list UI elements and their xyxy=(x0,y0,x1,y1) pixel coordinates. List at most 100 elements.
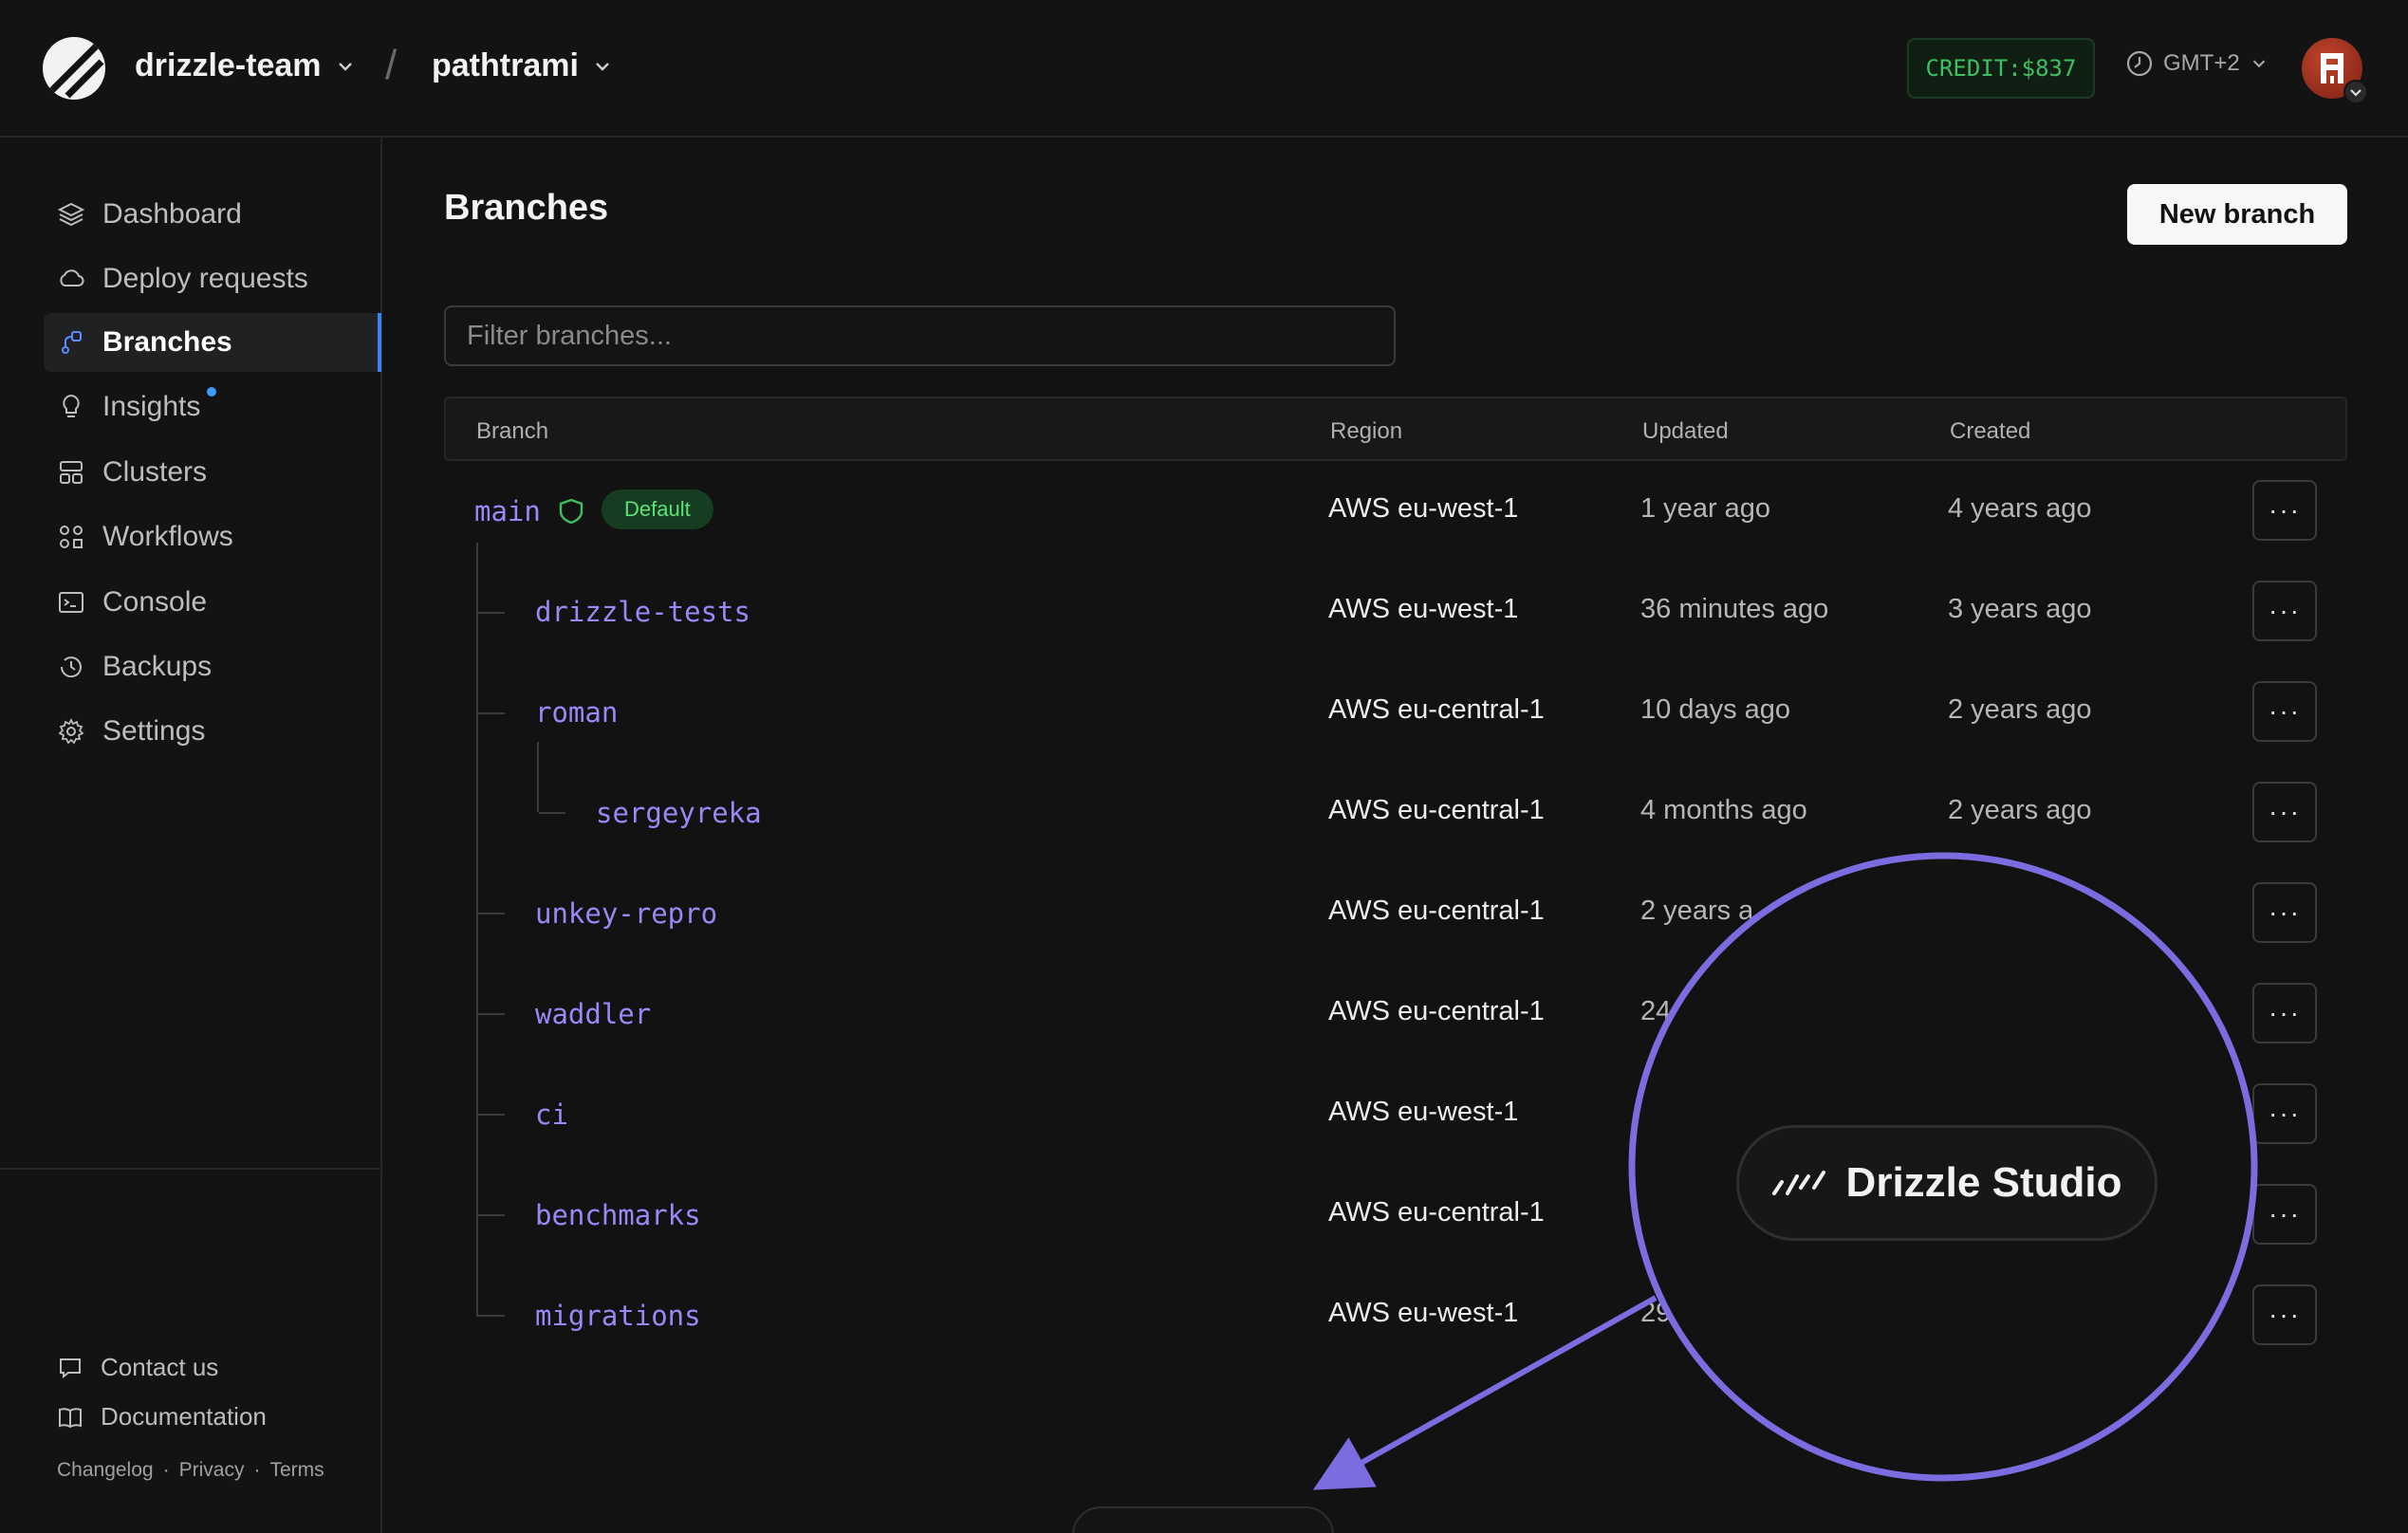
sidebar-item-backups[interactable]: Backups xyxy=(44,637,381,696)
table-row[interactable]: unkey-repro AWS eu-central-1 2 years a ·… xyxy=(444,863,2347,964)
shield-icon xyxy=(559,498,583,525)
sidebar-item-label: Settings xyxy=(102,715,206,747)
sidebar-item-deploy-requests[interactable]: Deploy requests xyxy=(44,249,381,308)
sidebar-item-label: Console xyxy=(102,586,208,618)
table-row[interactable]: migrations AWS eu-west-1 29 ··· xyxy=(444,1265,2347,1366)
row-actions-button[interactable]: ··· xyxy=(2252,681,2317,742)
cluster-icon xyxy=(60,461,83,484)
table-row[interactable]: main Default AWS eu-west-1 1 year ago 4 … xyxy=(444,461,2347,562)
branch-name[interactable]: waddler xyxy=(535,998,651,1030)
row-actions-button[interactable]: ··· xyxy=(2252,1184,2317,1245)
page-title: Branches xyxy=(444,188,609,228)
terms-link[interactable]: Terms xyxy=(269,1459,324,1482)
docs-label: Documentation xyxy=(101,1402,267,1431)
branch-region: AWS eu-west-1 xyxy=(1328,594,1519,624)
table-row[interactable]: waddler AWS eu-central-1 24 ··· xyxy=(444,964,2347,1064)
sidebar-item-label: Backups xyxy=(102,651,213,682)
drizzle-studio-button[interactable]: Drizzle Studio xyxy=(1736,1125,2158,1241)
branch-region: AWS eu-west-1 xyxy=(1328,1298,1519,1328)
chevron-down-icon xyxy=(596,62,609,71)
sidebar-item-workflows[interactable]: Workflows xyxy=(44,508,381,566)
branch-name[interactable]: unkey-repro xyxy=(535,897,717,930)
branch-region: AWS eu-central-1 xyxy=(1328,694,1545,725)
history-icon xyxy=(60,656,82,678)
branch-created: 4 years ago xyxy=(1948,493,2092,524)
sidebar-item-label: Insights xyxy=(102,391,201,422)
avatar-menu-indicator[interactable] xyxy=(2343,80,2368,104)
credit-badge[interactable]: CREDIT:$837 xyxy=(1907,38,2095,99)
filter-branches-input[interactable]: Filter branches... xyxy=(444,305,1396,366)
branch-region: AWS eu-central-1 xyxy=(1328,1197,1545,1228)
sidebar-item-settings[interactable]: Settings xyxy=(44,702,381,761)
row-actions-button[interactable]: ··· xyxy=(2252,782,2317,842)
gear-icon xyxy=(58,717,84,745)
row-actions-button[interactable]: ··· xyxy=(2252,1083,2317,1144)
branch-name[interactable]: main xyxy=(474,495,541,527)
sidebar-item-branches[interactable]: Branches xyxy=(44,313,381,372)
branch-updated: 4 months ago xyxy=(1640,795,1807,825)
branch-region: AWS eu-west-1 xyxy=(1328,1097,1519,1127)
row-actions-button[interactable]: ··· xyxy=(2252,983,2317,1044)
branch-created: 2 years ago xyxy=(1948,795,2092,825)
branch-region: AWS eu-central-1 xyxy=(1328,795,1545,825)
timezone-label: GMT+2 xyxy=(2163,50,2240,76)
database-name: pathtrami xyxy=(432,47,579,83)
branch-region: AWS eu-west-1 xyxy=(1328,493,1519,524)
sidebar-item-clusters[interactable]: Clusters xyxy=(44,443,381,502)
org-switcher[interactable]: drizzle-team xyxy=(135,47,356,84)
database-switcher[interactable]: pathtrami xyxy=(432,47,613,84)
chevron-down-icon xyxy=(2252,60,2265,68)
branch-region: AWS eu-central-1 xyxy=(1328,996,1545,1026)
planetscale-logo[interactable] xyxy=(43,37,105,100)
new-branch-button[interactable]: New branch xyxy=(2127,184,2347,245)
branch-name[interactable]: drizzle-tests xyxy=(535,596,750,628)
table-row[interactable]: sergeyreka AWS eu-central-1 4 months ago… xyxy=(444,763,2347,863)
chat-icon xyxy=(60,1358,81,1378)
timezone-selector[interactable]: GMT+2 xyxy=(2125,49,2269,78)
branch-name[interactable]: roman xyxy=(535,696,618,729)
sidebar-item-console[interactable]: Console xyxy=(44,573,381,632)
documentation-link[interactable]: Documentation xyxy=(57,1402,267,1431)
clock-icon xyxy=(2126,50,2153,77)
default-badge: Default xyxy=(602,489,713,529)
branch-region: AWS eu-central-1 xyxy=(1328,896,1545,926)
branch-updated: 24 xyxy=(1640,996,1672,1026)
workflow-icon xyxy=(60,526,83,548)
branch-created: 3 years ago xyxy=(1948,594,2092,624)
row-actions-button[interactable]: ··· xyxy=(2252,581,2317,641)
chevron-down-icon xyxy=(338,62,352,71)
changelog-link[interactable]: Changelog xyxy=(57,1459,154,1482)
chevron-down-icon xyxy=(2350,89,2362,97)
bottom-floating-pill[interactable] xyxy=(1072,1506,1334,1533)
column-header-updated[interactable]: Updated xyxy=(1642,418,1729,445)
column-header-region[interactable]: Region xyxy=(1330,418,1402,445)
branch-created: 2 years ago xyxy=(1948,694,2092,725)
top-bar: drizzle-team / pathtrami CREDIT:$837 GMT… xyxy=(0,0,2408,138)
branch-updated: 29 xyxy=(1640,1298,1672,1328)
branch-name[interactable]: ci xyxy=(535,1099,568,1131)
column-header-branch[interactable]: Branch xyxy=(476,418,548,445)
sidebar-item-dashboard[interactable]: Dashboard xyxy=(44,185,381,244)
branch-name[interactable]: sergeyreka xyxy=(596,797,762,829)
privacy-link[interactable]: Privacy xyxy=(179,1459,245,1482)
row-actions-button[interactable]: ··· xyxy=(2252,882,2317,943)
branch-updated: 36 minutes ago xyxy=(1640,594,1829,624)
sidebar-item-label: Dashboard xyxy=(102,198,242,230)
branch-name[interactable]: benchmarks xyxy=(535,1199,701,1231)
sidebar-divider xyxy=(0,1168,382,1170)
row-actions-button[interactable]: ··· xyxy=(2252,1284,2317,1345)
org-name: drizzle-team xyxy=(135,47,322,83)
branch-updated: 2 years a xyxy=(1640,896,1754,926)
branch-updated: 10 days ago xyxy=(1640,694,1791,725)
link-separator: · xyxy=(162,1459,170,1481)
table-row[interactable]: drizzle-tests AWS eu-west-1 36 minutes a… xyxy=(444,562,2347,662)
table-row[interactable]: roman AWS eu-central-1 10 days ago 2 yea… xyxy=(444,662,2347,763)
contact-us-link[interactable]: Contact us xyxy=(57,1353,218,1382)
column-header-created[interactable]: Created xyxy=(1950,418,2030,445)
terminal-icon xyxy=(59,592,83,613)
row-actions-button[interactable]: ··· xyxy=(2252,480,2317,541)
contact-label: Contact us xyxy=(101,1353,219,1381)
insights-notification-dot xyxy=(207,387,216,397)
footer-links: Changelog · Privacy · Terms xyxy=(57,1459,324,1482)
branch-name[interactable]: migrations xyxy=(535,1300,701,1332)
